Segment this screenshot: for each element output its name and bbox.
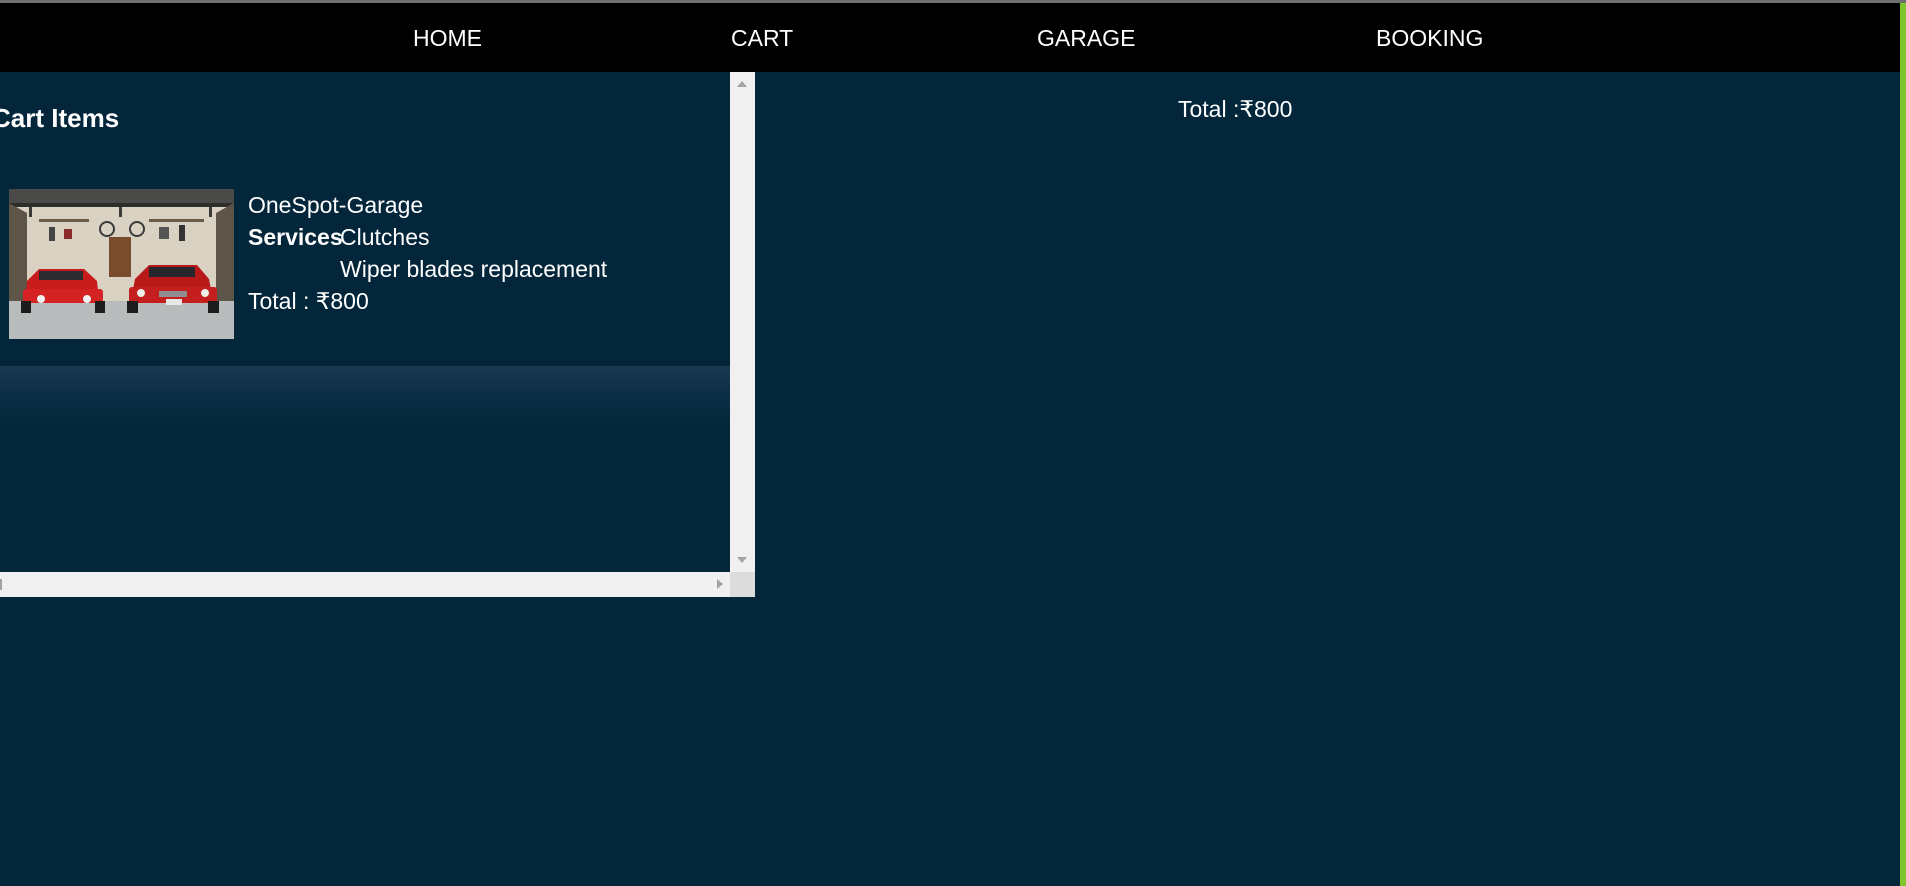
right-accent-bar xyxy=(1900,3,1906,886)
nav-garage-link[interactable]: GARAGE xyxy=(1037,25,1135,52)
scroll-left-edge-icon[interactable] xyxy=(0,579,2,590)
cart-item-service: Wiper blades replacement xyxy=(340,256,608,282)
cart-item-garage-name: OneSpot-Garage xyxy=(248,192,424,218)
scrollbar-corner xyxy=(730,572,755,597)
cart-title: Cart Items xyxy=(0,103,120,133)
nav-home-link[interactable]: HOME xyxy=(413,25,482,52)
nav-booking-link[interactable]: BOOKING xyxy=(1376,25,1483,52)
cart-summary-total: Total :₹800 xyxy=(1178,96,1293,122)
scroll-down-arrow-icon[interactable] xyxy=(737,557,747,563)
top-navbar: HOME CART GARAGE BOOKING xyxy=(0,3,1900,72)
nav-cart-link[interactable]: CART xyxy=(731,25,793,52)
scroll-up-arrow-icon[interactable] xyxy=(737,81,747,87)
scroll-right-arrow-icon[interactable] xyxy=(717,579,723,589)
cart-item-total: Total : ₹800 xyxy=(248,288,369,314)
cart-item-divider-shadow xyxy=(0,366,730,426)
cart-horizontal-scrollbar[interactable] xyxy=(0,572,730,597)
cart-item-service: Clutches xyxy=(340,224,430,250)
cart-vertical-scrollbar[interactable] xyxy=(730,72,755,572)
cart-panel: Cart Items OneSpot-Garage Services Clutc… xyxy=(0,72,730,572)
garage-image xyxy=(9,189,234,339)
cart-item-services-label: Services xyxy=(248,224,343,250)
